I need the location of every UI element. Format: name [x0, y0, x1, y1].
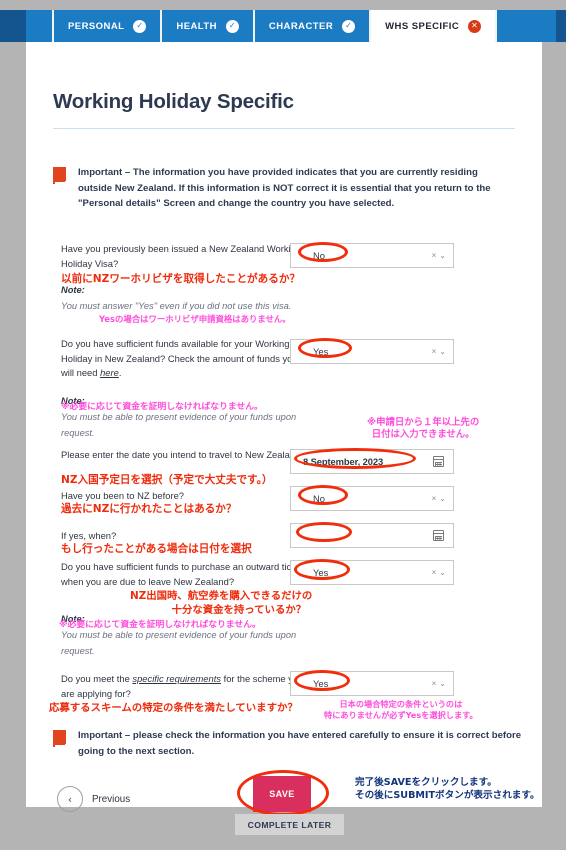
question-3-date-input[interactable]: 8 September, 2023	[290, 449, 454, 474]
chevron-down-icon[interactable]: ⌄	[439, 251, 446, 260]
app-viewport: PERSONAL ✓ HEALTH ✓ CHARACTER ✓ WHS SPEC…	[0, 0, 566, 850]
clear-icon[interactable]: ×	[432, 568, 437, 577]
chevron-down-icon[interactable]: ⌄	[439, 568, 446, 577]
question-3-date-icons[interactable]	[433, 456, 453, 467]
check-icon: ✓	[342, 19, 356, 33]
clear-icon[interactable]: ×	[432, 347, 437, 356]
question-2-note-body: You must be able to present evidence of …	[61, 412, 297, 438]
notice-bottom: Important – please check the information…	[53, 728, 523, 759]
tabbar-left-edge	[0, 10, 26, 42]
funds-link[interactable]: here	[100, 367, 119, 378]
tab-whs-specific[interactable]: WHS SPECIFIC ✕	[371, 10, 498, 42]
question-5-text: If yes, when?	[61, 530, 117, 541]
question-1-value: No	[313, 250, 325, 261]
question-2-value: Yes	[313, 346, 329, 357]
save-annotation-jp: 完了後SAVEをクリックします。 その後にSUBMITボタンが表示されます。	[355, 777, 540, 801]
question-1-note-label: Note:	[61, 285, 85, 295]
check-icon: ✓	[225, 19, 239, 33]
flag-icon	[53, 167, 66, 184]
question-1-select-icons[interactable]: × ⌄	[432, 251, 453, 260]
question-3-annotation-jp: NZ入国予定日を選択（予定で大丈夫です。）	[61, 474, 273, 486]
question-1-text: Have you previously been issued a New Ze…	[61, 243, 302, 269]
question-7-annotation-jp: 応募するスキームの特定の条件を満たしていますか？	[49, 702, 298, 714]
question-7-text: Do you meet the specific requirements fo…	[61, 673, 304, 699]
question-4-select-icons[interactable]: × ⌄	[432, 494, 453, 503]
clear-icon[interactable]: ×	[432, 251, 437, 260]
tab-personal[interactable]: PERSONAL ✓	[54, 10, 163, 42]
chevron-left-icon: ‹	[57, 786, 83, 812]
tab-whs-specific-label: WHS SPECIFIC	[385, 20, 460, 32]
tab-health-label: HEALTH	[176, 20, 217, 32]
chevron-down-icon[interactable]: ⌄	[439, 494, 446, 503]
question-5-date-input[interactable]	[290, 523, 454, 548]
question-4-annotation-jp: 過去にNZに行かれたことはあるか？	[61, 503, 237, 515]
complete-later-button[interactable]: COMPLETE LATER	[235, 814, 344, 835]
tabbar-spacer	[26, 10, 54, 42]
question-3-value: 8 September, 2023	[303, 456, 384, 467]
question-7-select[interactable]: Yes × ⌄	[290, 671, 454, 696]
question-5-date-icons[interactable]	[433, 530, 453, 541]
question-2-select[interactable]: Yes × ⌄	[290, 339, 454, 364]
title-divider	[53, 128, 515, 129]
tabbar-right-edge	[556, 10, 566, 42]
calendar-icon[interactable]	[433, 456, 444, 467]
tab-personal-label: PERSONAL	[68, 20, 125, 32]
error-icon: ✕	[468, 19, 482, 33]
question-2-select-icons[interactable]: × ⌄	[432, 347, 453, 356]
calendar-icon[interactable]	[433, 530, 444, 541]
tab-character[interactable]: CHARACTER ✓	[254, 10, 372, 42]
question-7-select-icons[interactable]: × ⌄	[432, 679, 453, 688]
question-1-note-annotation-jp: Yesの場合はワーホリビザ申請資格はありません。	[99, 314, 291, 324]
question-6-value: Yes	[313, 567, 329, 578]
notice-top-text: Important – The information you have pro…	[78, 167, 491, 210]
specific-requirements-link[interactable]: specific requirements	[132, 673, 221, 684]
clear-icon[interactable]: ×	[432, 494, 437, 503]
question-6-select[interactable]: Yes × ⌄	[290, 560, 454, 585]
question-4-text: Have you been to NZ before?	[61, 490, 184, 501]
question-1-note-body: You must answer "Yes" even if you did no…	[61, 301, 292, 311]
question-6-annotation-jp: NZ出国時、航空券を購入できるだけの 十分な資金を持っているか？	[130, 590, 313, 616]
notice-top: Important – The information you have pro…	[53, 165, 498, 212]
previous-label: Previous	[92, 793, 131, 805]
question-4-select[interactable]: No × ⌄	[290, 486, 454, 511]
question-7-value: Yes	[313, 678, 329, 689]
chevron-down-icon[interactable]: ⌄	[439, 679, 446, 688]
question-4-value: No	[313, 493, 325, 504]
question-1-select[interactable]: No × ⌄	[290, 243, 454, 268]
date-limit-annotation-jp: ※申請日から１年以上先の 日付は入力できません。	[367, 417, 480, 441]
question-6-select-icons[interactable]: × ⌄	[432, 568, 453, 577]
notice-bottom-text: Important – please check the information…	[78, 730, 522, 757]
check-icon: ✓	[133, 19, 147, 33]
tab-character-label: CHARACTER	[268, 20, 334, 32]
tabbar-tail	[497, 10, 556, 42]
clear-icon[interactable]: ×	[432, 679, 437, 688]
question-7-side-annotation-jp: 日本の場合特定の条件というのは 特にありませんが必ずYesを選択します。	[324, 699, 478, 720]
save-button[interactable]: SAVE	[253, 776, 311, 812]
form-card: Working Holiday Specific Important – The…	[26, 42, 542, 835]
question-2-text: Do you have sufficient funds available f…	[61, 338, 298, 379]
previous-button[interactable]: ‹ Previous	[57, 786, 130, 812]
question-6-note-body: You must be able to present evidence of …	[61, 630, 297, 656]
chevron-down-icon[interactable]: ⌄	[439, 347, 446, 356]
question-5-annotation-jp: もし行ったことがある場合は日付を選択	[61, 543, 252, 555]
question-1-annotation-jp: 以前にNZワーホリビザを取得したことがあるか？	[61, 273, 301, 285]
section-tabbar: PERSONAL ✓ HEALTH ✓ CHARACTER ✓ WHS SPEC…	[0, 10, 566, 42]
question-3-text: Please enter the date you intend to trav…	[61, 449, 301, 460]
tab-health[interactable]: HEALTH ✓	[162, 10, 255, 42]
question-6-text: Do you have sufficient funds to purchase…	[61, 561, 304, 587]
page-title: Working Holiday Specific	[53, 90, 294, 113]
flag-icon	[53, 730, 66, 747]
